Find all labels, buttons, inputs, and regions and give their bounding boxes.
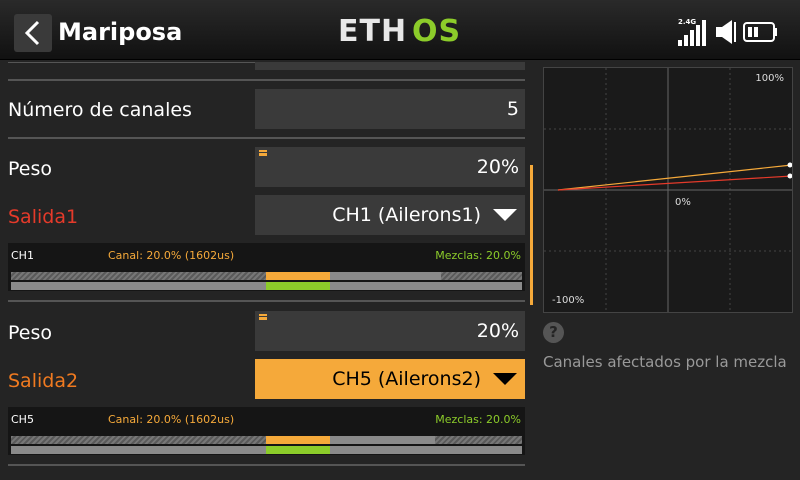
weight2-label: Peso [8, 322, 52, 344]
signal-icon: 2.4G [678, 18, 706, 46]
curve-point [787, 173, 792, 179]
monitor-mezclas: Mezclas: 20.0% [435, 413, 521, 426]
channel-monitor-1: CH1 Canal: 20.0% (1602us) Mezclas: 20.0% [8, 243, 525, 291]
speaker-icon [716, 20, 736, 44]
weight2-field[interactable]: 20% [255, 311, 525, 351]
output2-label: Salida2 [8, 370, 79, 392]
monitor-canal: Canal: 20.0% (1602us) [108, 249, 235, 262]
weight2-value: 20% [476, 320, 519, 342]
edit-marker-icon [259, 150, 267, 156]
monitor-channel: CH5 [11, 413, 34, 426]
channel-monitor-2: CH5 Canal: 20.0% (1602us) Mezclas: 20.0% [8, 407, 525, 455]
output2-value: CH5 (Ailerons2) [332, 368, 481, 390]
graph-center-label: 0% [675, 197, 691, 208]
monitor-canal: Canal: 20.0% (1602us) [108, 413, 235, 426]
status-icons: 2.4G [678, 18, 777, 46]
top-bar: Mariposa ETH OS 2.4G [0, 0, 800, 60]
graph-top-label: 100% [755, 73, 784, 84]
mix-bar-fill [266, 446, 330, 454]
divider [8, 79, 525, 81]
channels-value: 5 [506, 98, 519, 120]
curve-plot [544, 68, 792, 312]
weight1-value: 20% [476, 156, 519, 178]
dropdown-arrow-icon [493, 209, 517, 221]
channels-field[interactable]: 5 [255, 89, 525, 129]
output2-dropdown[interactable]: CH5 (Ailerons2) [255, 359, 525, 399]
curve-point [787, 162, 792, 168]
divider [8, 300, 525, 302]
previous-row-field [255, 62, 525, 70]
output1-value: CH1 (Ailerons1) [332, 204, 481, 226]
output1-label: Salida1 [8, 206, 79, 228]
mix-bar-fill [266, 282, 330, 290]
weight1-label: Peso [8, 158, 52, 180]
help-icon[interactable]: ? [543, 322, 564, 343]
canal-bar [11, 272, 522, 280]
edit-marker-icon [259, 314, 267, 320]
monitor-mezclas: Mezclas: 20.0% [435, 249, 521, 262]
output1-dropdown[interactable]: CH1 (Ailerons1) [255, 195, 525, 235]
mix-curve-graph: 100% 0% -100% [543, 67, 793, 313]
dropdown-arrow-icon [493, 373, 517, 385]
weight1-field[interactable]: 20% [255, 147, 525, 187]
help-text: Canales afectados por la mezcla [543, 353, 787, 371]
canal-bar [11, 436, 522, 444]
ethos-logo: ETH OS [338, 14, 461, 44]
mix-bar [11, 282, 522, 290]
page-title: Mariposa [58, 18, 183, 46]
canal-bar-fill [266, 436, 330, 444]
scrollbar[interactable] [530, 165, 533, 305]
chevron-left-icon [24, 20, 40, 46]
axes [544, 68, 792, 312]
battery-icon [743, 22, 777, 42]
svg-text:2.4G: 2.4G [678, 18, 696, 26]
back-button[interactable] [14, 14, 52, 52]
graph-bottom-label: -100% [552, 295, 585, 306]
divider [8, 464, 525, 466]
mix-bar [11, 446, 522, 454]
svg-text:OS: OS [412, 14, 461, 44]
canal-bar-fill [266, 272, 330, 280]
channels-label: Número de canales [8, 99, 192, 121]
monitor-channel: CH1 [11, 249, 34, 262]
divider [8, 137, 525, 139]
svg-text:ETH: ETH [338, 14, 407, 44]
